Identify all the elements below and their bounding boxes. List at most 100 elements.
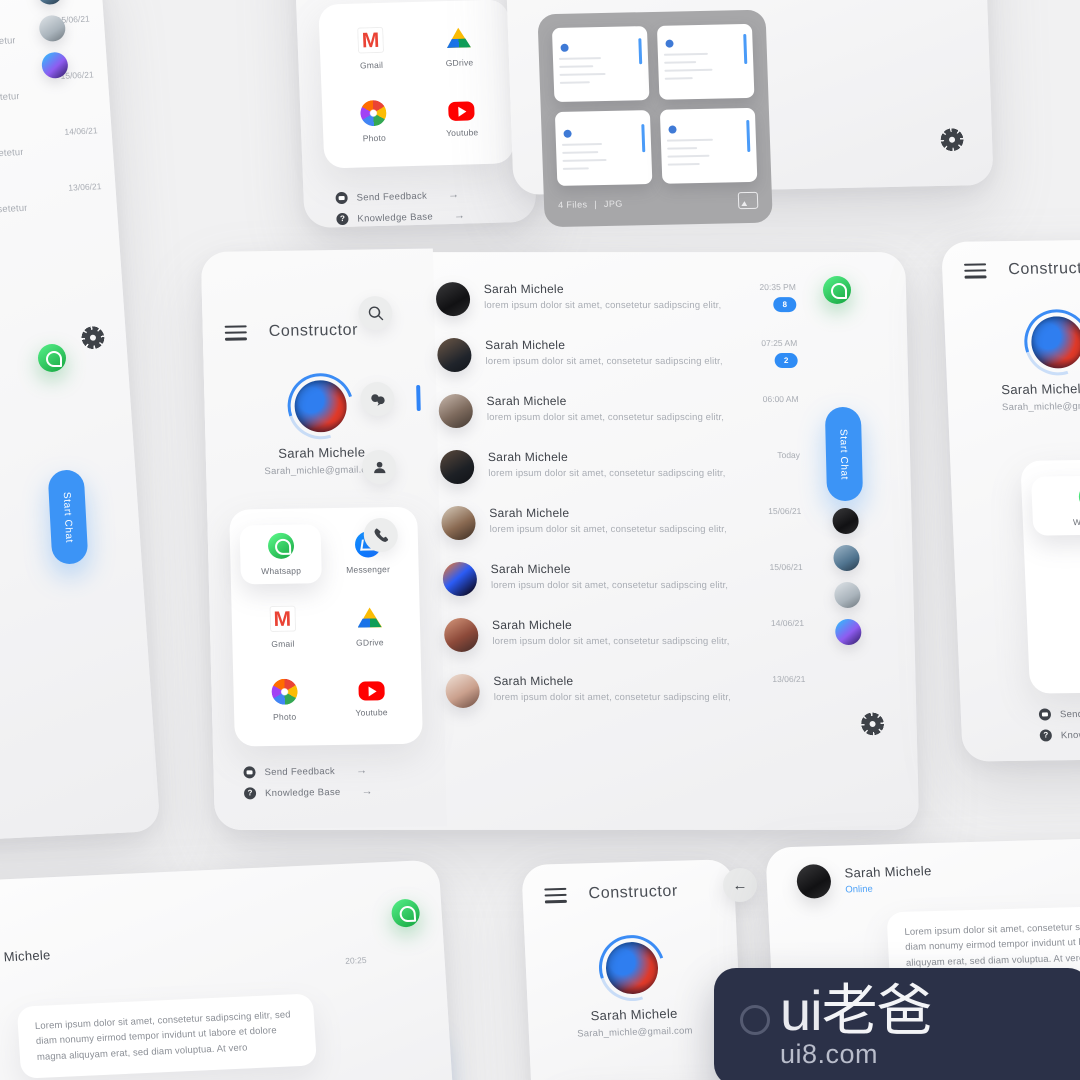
attachment-thumb[interactable] <box>551 26 650 103</box>
preview-text: lorem ipsum dolor sit amet, consetetur s… <box>489 524 726 536</box>
knowledge-base-link[interactable]: Knowledge Base → <box>243 785 424 800</box>
app-youtube[interactable]: Youtube <box>420 89 504 150</box>
list-item[interactable]: Sarah Michele lorem ipsum dolor sit amet… <box>439 450 801 485</box>
preview-text: lorem ipsum dolor sit amet, consetetur s… <box>0 35 16 54</box>
unread-badge: 8 <box>773 297 797 313</box>
list-item[interactable]: Sarah Michele lorem ipsum dolor sit amet… <box>437 338 798 373</box>
avatar[interactable] <box>604 941 660 995</box>
start-chat-button[interactable]: Start Chat <box>824 407 864 502</box>
avatar[interactable] <box>834 581 861 608</box>
app-label: Messenger <box>346 564 391 575</box>
list-item[interactable]: Sarah Michele lorem ipsum dolor sit amet… <box>441 506 802 541</box>
timestamp: 07:25 AM <box>761 338 798 349</box>
chat-icon[interactable] <box>360 382 395 417</box>
footer-links: Send Feedback → Knowledge Base → <box>325 187 516 226</box>
timestamp: 13/06/21 <box>772 673 806 684</box>
avatar[interactable] <box>796 863 832 899</box>
avatar[interactable] <box>1030 316 1080 369</box>
app-label: Youtube <box>355 707 388 718</box>
whatsapp-fab[interactable] <box>823 276 851 304</box>
attachment-thumb[interactable] <box>656 23 755 100</box>
app-photo[interactable]: Photo <box>1037 617 1080 678</box>
link-label: Knowledge Base <box>1060 729 1080 741</box>
list-item[interactable]: Sarah Michele lorem ipsum dolor sit amet… <box>0 125 100 173</box>
send-feedback-link[interactable]: Send Feedback <box>1038 707 1080 721</box>
bottom-left-conversation-card: Sarah Michele Online 20:25 Lorem ipsum d… <box>0 859 458 1080</box>
timestamp: 06:00 AM <box>762 394 799 405</box>
timestamp: 20:25 <box>344 954 367 966</box>
knowledge-base-link[interactable]: Knowledge Base → <box>336 208 516 226</box>
avatar[interactable] <box>832 508 859 535</box>
hamburger-menu-icon[interactable] <box>224 324 247 341</box>
app-gmail[interactable]: Gmail <box>329 18 413 79</box>
page-title: Constructor <box>588 882 679 903</box>
youtube-icon <box>357 681 385 701</box>
attachment-thumb[interactable] <box>554 110 653 186</box>
whatsapp-fab[interactable] <box>38 344 66 372</box>
app-gdrive[interactable]: GDrive <box>417 16 501 77</box>
app-whatsapp[interactable]: Whatsapp <box>1030 475 1080 536</box>
timestamp: 14/06/21 <box>770 617 805 628</box>
top-attachment-panel: 4 Files | JPG <box>498 0 994 228</box>
whatsapp-fab[interactable] <box>390 898 421 928</box>
attachment-thumb[interactable] <box>659 107 758 184</box>
list-item[interactable]: Sarah Michele lorem ipsum dolor sit amet… <box>438 394 799 429</box>
conversation-header: Sarah Michele Online <box>796 856 1080 899</box>
gear-icon[interactable] <box>860 712 885 736</box>
avatar[interactable] <box>40 51 69 79</box>
app-gmail[interactable]: Gmail <box>1034 546 1080 607</box>
list-item[interactable]: Sarah Michele lorem ipsum dolor sit amet… <box>445 673 806 708</box>
avatar[interactable] <box>833 544 860 571</box>
watermark: ui老爸 ui8.com <box>714 968 1080 1080</box>
chat-dot-icon <box>243 766 256 779</box>
app-gmail[interactable]: Gmail <box>241 597 323 657</box>
avatar[interactable] <box>38 14 67 42</box>
app-label: Gmail <box>359 59 384 71</box>
send-feedback-link[interactable]: Send Feedback → <box>335 187 515 205</box>
profile-name: Sarah Michele <box>1000 380 1080 398</box>
back-button[interactable] <box>723 868 757 902</box>
avatar-ring <box>292 378 349 435</box>
list-item[interactable]: Sarah Michele lorem ipsum dolor sit amet… <box>442 561 803 596</box>
question-dot-icon <box>336 212 349 226</box>
app-gdrive[interactable]: GDrive <box>328 596 410 656</box>
image-stack-icon[interactable] <box>737 191 759 210</box>
app-photo[interactable]: Photo <box>332 91 416 152</box>
start-chat-label: Start Chat <box>837 428 851 480</box>
preview-text: lorem ipsum dolor sit amet, consetetur s… <box>0 146 24 166</box>
youtube-icon <box>448 101 475 122</box>
start-chat-button[interactable]: Start Chat <box>47 469 89 565</box>
hamburger-menu-icon[interactable] <box>544 887 567 903</box>
hamburger-menu-icon[interactable] <box>963 262 987 279</box>
gear-icon[interactable] <box>940 127 965 151</box>
page-title: Constructor <box>1007 259 1080 279</box>
contact-icon[interactable] <box>361 450 397 485</box>
preview-text: lorem ipsum dolor sit amet, consetetur s… <box>484 300 721 312</box>
conversation-header: Sarah Michele Online 20:25 <box>0 931 367 985</box>
send-feedback-link[interactable]: Send Feedback → <box>243 764 423 779</box>
avatar <box>435 282 471 317</box>
profile-name: Sarah Michele <box>278 444 366 461</box>
widget-header: Constructor <box>963 259 1080 280</box>
avatar[interactable] <box>294 379 348 433</box>
left-edge-chat-panel: Sarah Michele lorem ipsum dolor sit amet… <box>0 0 161 847</box>
app-whatsapp[interactable]: Whatsapp <box>239 524 322 585</box>
chat-dot-icon <box>335 191 348 205</box>
active-rail-indicator <box>416 385 421 412</box>
status-badge: Online <box>845 883 874 896</box>
search-icon[interactable] <box>357 296 393 331</box>
list-item[interactable]: Sarah Michele lorem ipsum dolor sit amet… <box>435 282 797 317</box>
list-item[interactable]: Sarah Michele lorem ipsum dolor sit amet… <box>443 617 805 652</box>
avatar-ring <box>1028 314 1080 371</box>
app-photo[interactable]: Photo <box>243 670 325 730</box>
gear-icon[interactable] <box>80 325 106 350</box>
attachment-grid <box>551 23 758 186</box>
preview-text: lorem ipsum dolor sit amet, consetetur s… <box>0 202 28 222</box>
phone-icon[interactable] <box>363 518 399 552</box>
avatar[interactable] <box>834 618 862 645</box>
contact-name: Sarah Michele <box>493 673 574 688</box>
list-item[interactable]: Sarah Michele lorem ipsum dolor sit amet… <box>0 181 103 229</box>
app-youtube[interactable]: Youtube <box>330 669 412 729</box>
knowledge-base-link[interactable]: Knowledge Base <box>1039 728 1080 742</box>
avatar[interactable] <box>35 0 64 6</box>
